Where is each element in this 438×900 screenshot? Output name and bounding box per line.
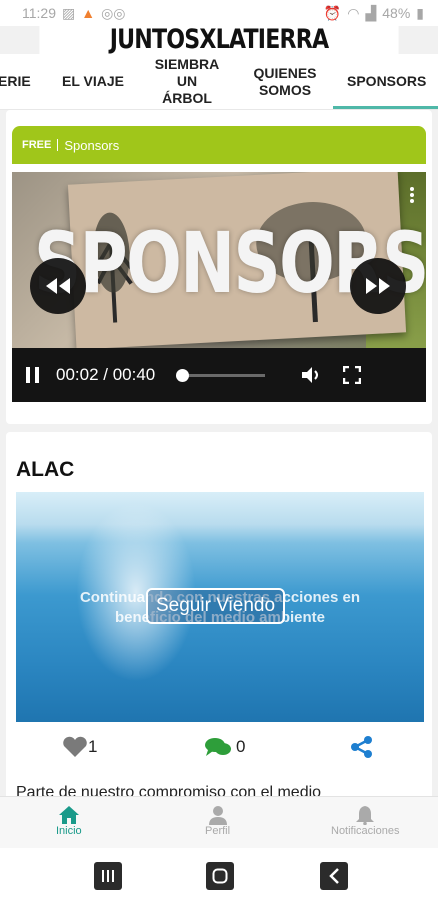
status-time: 11:29: [22, 5, 56, 21]
share-button[interactable]: [350, 735, 374, 759]
rewind-button[interactable]: [30, 258, 86, 314]
wifi-icon: ◠: [347, 4, 360, 21]
battery-icon: ▮: [416, 4, 424, 21]
category-tabs: ERIE EL VIAJE SIEMBRA UN ÁRBOL QUIENES S…: [0, 54, 438, 110]
post-text: Parte de nuestro compromiso con el medio: [16, 784, 322, 796]
nav-label: Notificaciones: [331, 825, 400, 837]
tab-label-line: SOMOS: [258, 81, 312, 98]
fast-forward-button[interactable]: [350, 258, 406, 314]
back-icon: [329, 868, 339, 884]
nav-notificaciones[interactable]: Notificaciones: [331, 805, 399, 837]
post-actions: 1 0: [6, 732, 432, 762]
tab-label-line: UN ÁRBOL: [162, 73, 212, 106]
tab-serie[interactable]: ERIE: [0, 73, 31, 90]
battery-text: 48%: [382, 5, 411, 21]
tab-label-line: SIEMBRA: [154, 56, 220, 72]
seguir-viendo-button[interactable]: Seguir Viendo: [146, 588, 286, 624]
more-options-icon[interactable]: [410, 186, 414, 204]
video-scrubber[interactable]: [175, 368, 266, 382]
active-tab-indicator: [333, 106, 438, 109]
person-icon: [208, 806, 227, 825]
picture-icon: ▨: [62, 4, 76, 21]
tab-label-line: QUIENES: [253, 64, 317, 81]
home-icon: [58, 806, 79, 824]
system-navigation-bar: [0, 848, 438, 900]
alert-icon: ▲: [81, 5, 96, 21]
bell-icon: [356, 806, 375, 825]
category-label: Sponsors: [64, 137, 120, 153]
like-button[interactable]: 1: [62, 736, 97, 758]
scrubber-handle[interactable]: [175, 368, 189, 382]
home-button[interactable]: [206, 862, 234, 890]
post-title: ALAC: [16, 458, 75, 481]
video-player[interactable]: SPONSORS 00:02 / 00:40: [12, 172, 426, 402]
video-time: 00:02 / 00:40: [56, 365, 156, 384]
tab-quienes-somos[interactable]: QUIENES SOMOS: [250, 65, 320, 99]
heart-icon: [63, 736, 87, 757]
nav-label: Inicio: [56, 825, 82, 837]
status-bar: 11:29 ▨ ▲ ◎◎ ⏰ ◠ ▟ 48% ▮: [0, 0, 438, 26]
post-image[interactable]: Continuando con nuestras acciones en ben…: [16, 492, 424, 722]
like-count: 1: [88, 737, 98, 756]
rewind-icon: [46, 278, 70, 294]
voicemail-icon: ◎◎: [101, 4, 126, 21]
share-icon: [351, 736, 372, 758]
pause-icon[interactable]: [26, 367, 40, 383]
fullscreen-icon[interactable]: [343, 366, 362, 384]
app-brand: JUNTOSXLATIERRA: [39, 26, 399, 54]
comments-icon: [205, 738, 231, 756]
signal-icon: ▟: [365, 4, 377, 21]
category-bar: FREE Sponsors: [12, 126, 426, 164]
bottom-navigation: Inicio Perfil Notificaciones: [0, 796, 438, 848]
nav-label: Perfil: [205, 825, 231, 837]
video-controls: 00:02 / 00:40: [12, 348, 426, 402]
tab-sponsors[interactable]: SPONSORS: [347, 73, 426, 90]
comment-button[interactable]: 0: [204, 736, 245, 758]
free-badge: FREE: [22, 139, 59, 151]
alarm-icon: ⏰: [323, 4, 342, 21]
nav-inicio[interactable]: Inicio: [56, 805, 82, 837]
home-circle-icon: [212, 868, 228, 884]
nav-perfil[interactable]: Perfil: [205, 805, 230, 837]
recent-apps-icon: [102, 870, 114, 882]
recent-apps-button[interactable]: [94, 862, 122, 890]
volume-icon[interactable]: [301, 366, 321, 384]
tab-el-viaje[interactable]: EL VIAJE: [62, 73, 124, 90]
video-card: FREE Sponsors SPONSORS 00:02 / 00:40: [6, 110, 432, 424]
feed[interactable]: FREE Sponsors SPONSORS 00:02 / 00:40 ALA…: [0, 110, 438, 796]
post-card: ALAC Continuando con nuestras acciones e…: [6, 432, 432, 796]
back-button[interactable]: [320, 862, 348, 890]
comment-count: 0: [236, 737, 246, 756]
fast-forward-icon: [366, 278, 390, 294]
tab-siembra-un-arbol[interactable]: SIEMBRA UN ÁRBOL: [152, 56, 222, 107]
